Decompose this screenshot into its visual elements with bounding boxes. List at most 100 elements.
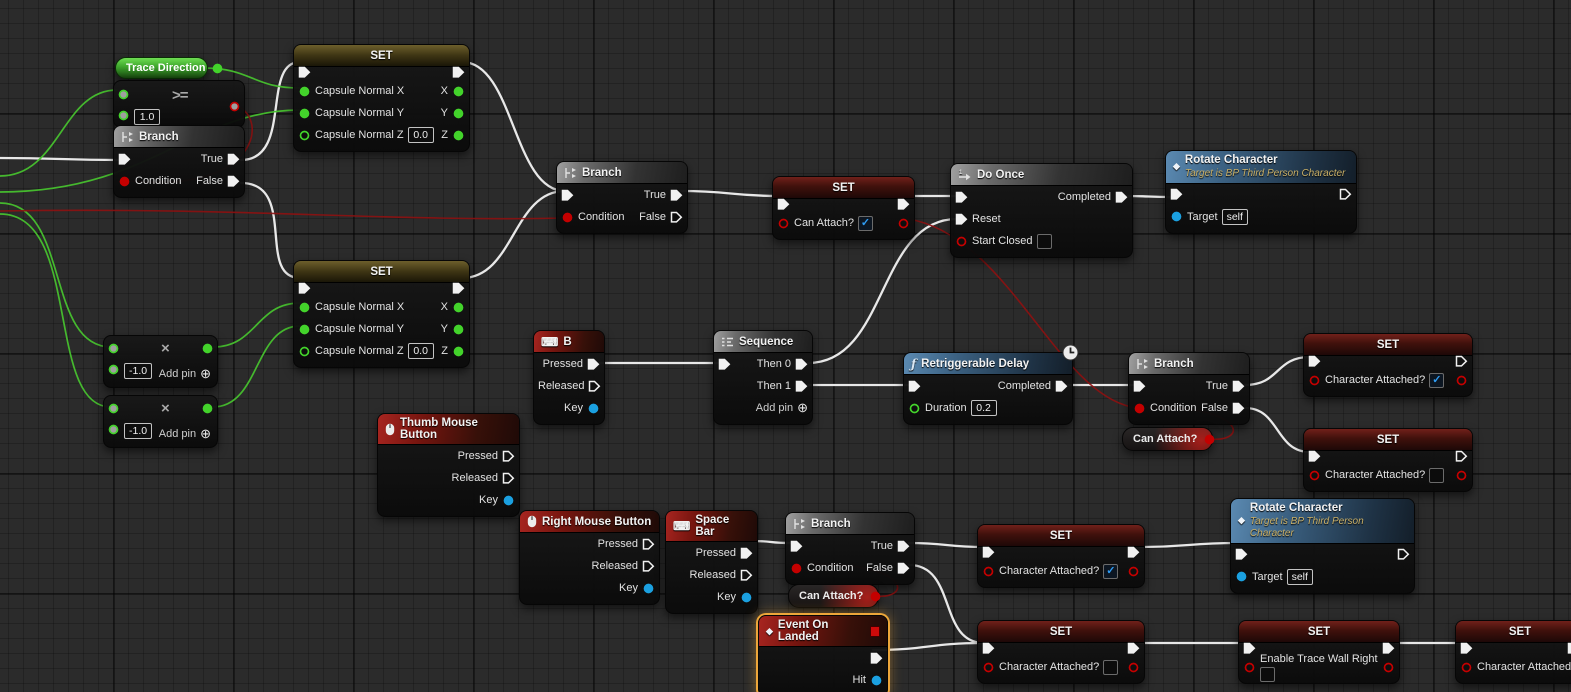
node-input-key-b[interactable]: ⌨ B Pressed Released Key [533,330,605,425]
node-header[interactable]: SET [1456,621,1571,643]
node-rotate-character-1[interactable]: ◆ Rotate Character Target is BP Third Pers… [1165,150,1357,234]
node-event-on-landed[interactable]: ◆ Event On Landed Hit [758,615,888,692]
output-pin[interactable] [870,652,883,665]
output-pin[interactable] [502,450,515,463]
node-header[interactable]: SET [1304,334,1472,356]
node-branch-1[interactable]: Branch True Condition False [113,125,245,198]
add-pin-button[interactable]: Add pin ⊕ [756,400,808,416]
output-pin[interactable] [228,100,241,113]
output-pin[interactable] [211,62,224,75]
input-pin[interactable] [1235,570,1248,583]
output-pin[interactable] [1382,661,1395,674]
output-pin[interactable] [452,323,465,336]
output-pin[interactable] [1115,191,1128,204]
node-set-character-attached-2[interactable]: SET Character Attached? [1303,428,1473,492]
exec-in-pin[interactable] [1308,450,1321,463]
output-pin[interactable] [452,301,465,314]
exec-out-pin[interactable] [897,198,910,211]
checkbox[interactable] [1260,666,1275,682]
output-pin[interactable] [1127,661,1140,674]
output-pin[interactable] [1455,469,1468,482]
checkbox[interactable]: ✓ [1429,372,1445,388]
input-pin[interactable] [1133,402,1146,415]
node-header[interactable]: Sequence [714,331,812,353]
exec-out-pin[interactable] [1455,355,1468,368]
output-pin[interactable] [670,211,683,224]
output-pin[interactable] [452,107,465,120]
input-pin[interactable] [107,402,120,415]
input-pin[interactable] [561,189,574,202]
output-pin[interactable] [897,562,910,575]
node-input-right-mouse-button[interactable]: Right Mouse Button Pressed Released Key [519,510,660,605]
input-pin[interactable] [955,191,968,204]
value-field[interactable]: 0.0 [407,343,434,359]
value-field[interactable]: 1.0 [134,109,160,125]
node-header[interactable]: ◆ Rotate Character Target is BP Third Pers… [1166,151,1356,184]
node-header[interactable]: ◆ Event On Landed [759,616,887,647]
output-pin[interactable] [642,538,655,551]
node-get-can-attach-2[interactable]: Can Attach? [788,584,881,608]
input-pin[interactable] [908,380,921,393]
node-set-capsule-normal-1[interactable]: SET Capsule Normal X X Capsule Normal Y Y Cap… [293,44,470,152]
node-set-enable-trace-wall-right[interactable]: SET Enable Trace Wall Right [1238,620,1400,684]
output-pin[interactable] [870,674,883,687]
output-pin[interactable] [1339,188,1352,201]
node-branch-4[interactable]: Branch True Condition False [785,512,915,585]
output-pin[interactable] [452,345,465,358]
node-get-can-attach-1[interactable]: Can Attach? [1122,427,1216,451]
node-greater-equal[interactable]: 1.0 >= [113,80,245,128]
input-pin[interactable] [1460,661,1473,674]
output-pin[interactable] [201,342,214,355]
node-get-trace-direction[interactable]: Trace Direction [115,57,223,79]
output-pin[interactable] [642,582,655,595]
node-header[interactable]: Branch [557,162,687,184]
output-pin[interactable] [670,189,683,202]
input-pin[interactable] [955,235,968,248]
output-pin[interactable] [740,569,753,582]
input-pin[interactable] [298,129,311,142]
output-pin[interactable] [1203,433,1216,446]
exec-out-pin[interactable] [1567,642,1571,655]
node-input-thumb-mouse-button[interactable]: Thumb Mouse Button Pressed Released Key [377,413,520,517]
output-pin[interactable] [1127,565,1140,578]
node-sequence[interactable]: Sequence Then 0 Then 1 Add pin ⊕ [713,330,813,425]
exec-out-pin[interactable] [1455,450,1468,463]
node-input-space-bar[interactable]: ⌨ Space Bar Pressed Released Key [665,510,758,614]
node-multiply-2[interactable]: -1.0 × Add pin ⊕ [103,395,218,448]
input-pin[interactable] [1170,188,1183,201]
input-pin[interactable] [118,175,131,188]
node-header[interactable]: ⌨ B [534,331,604,353]
node-header[interactable]: Branch [786,513,914,535]
input-pin[interactable] [777,217,790,230]
node-set-can-attach[interactable]: SET Can Attach? ✓ [772,176,915,240]
exec-in-pin[interactable] [777,198,790,211]
node-rotate-character-2[interactable]: ◆ Rotate Character Target is BP Third Pers… [1230,498,1415,594]
input-pin[interactable] [117,88,130,101]
exec-out-pin[interactable] [1382,642,1395,655]
exec-in-pin[interactable] [1308,355,1321,368]
value-field[interactable]: -1.0 [124,363,153,379]
value-field[interactable]: 0.2 [970,400,997,416]
input-pin[interactable] [982,661,995,674]
exec-out-pin[interactable] [452,66,465,79]
input-pin[interactable] [298,85,311,98]
output-pin[interactable] [897,540,910,553]
input-pin[interactable] [298,301,311,314]
exec-in-pin[interactable] [1460,642,1473,655]
blueprint-canvas[interactable]: Trace Direction 1.0 >= Branch True Condition F… [0,0,1571,692]
input-pin[interactable] [107,342,120,355]
node-header[interactable]: SET [773,177,914,199]
input-pin[interactable] [982,565,995,578]
node-set-capsule-normal-2[interactable]: SET Capsule Normal X X Capsule Normal Y Y Cap… [293,260,470,368]
output-pin[interactable] [1397,548,1410,561]
input-pin[interactable] [908,402,921,415]
node-set-character-attached-5[interactable]: SET Character Attached? [1455,620,1571,684]
node-header[interactable]: ◆ Rotate Character Target is BP Third Pers… [1231,499,1414,544]
output-pin[interactable] [452,85,465,98]
exec-out-pin[interactable] [1127,546,1140,559]
node-header[interactable]: Branch [1129,353,1249,375]
input-pin[interactable] [955,213,968,226]
node-header[interactable]: SET [1304,429,1472,451]
input-pin[interactable] [298,107,311,120]
exec-in-pin[interactable] [298,66,311,79]
